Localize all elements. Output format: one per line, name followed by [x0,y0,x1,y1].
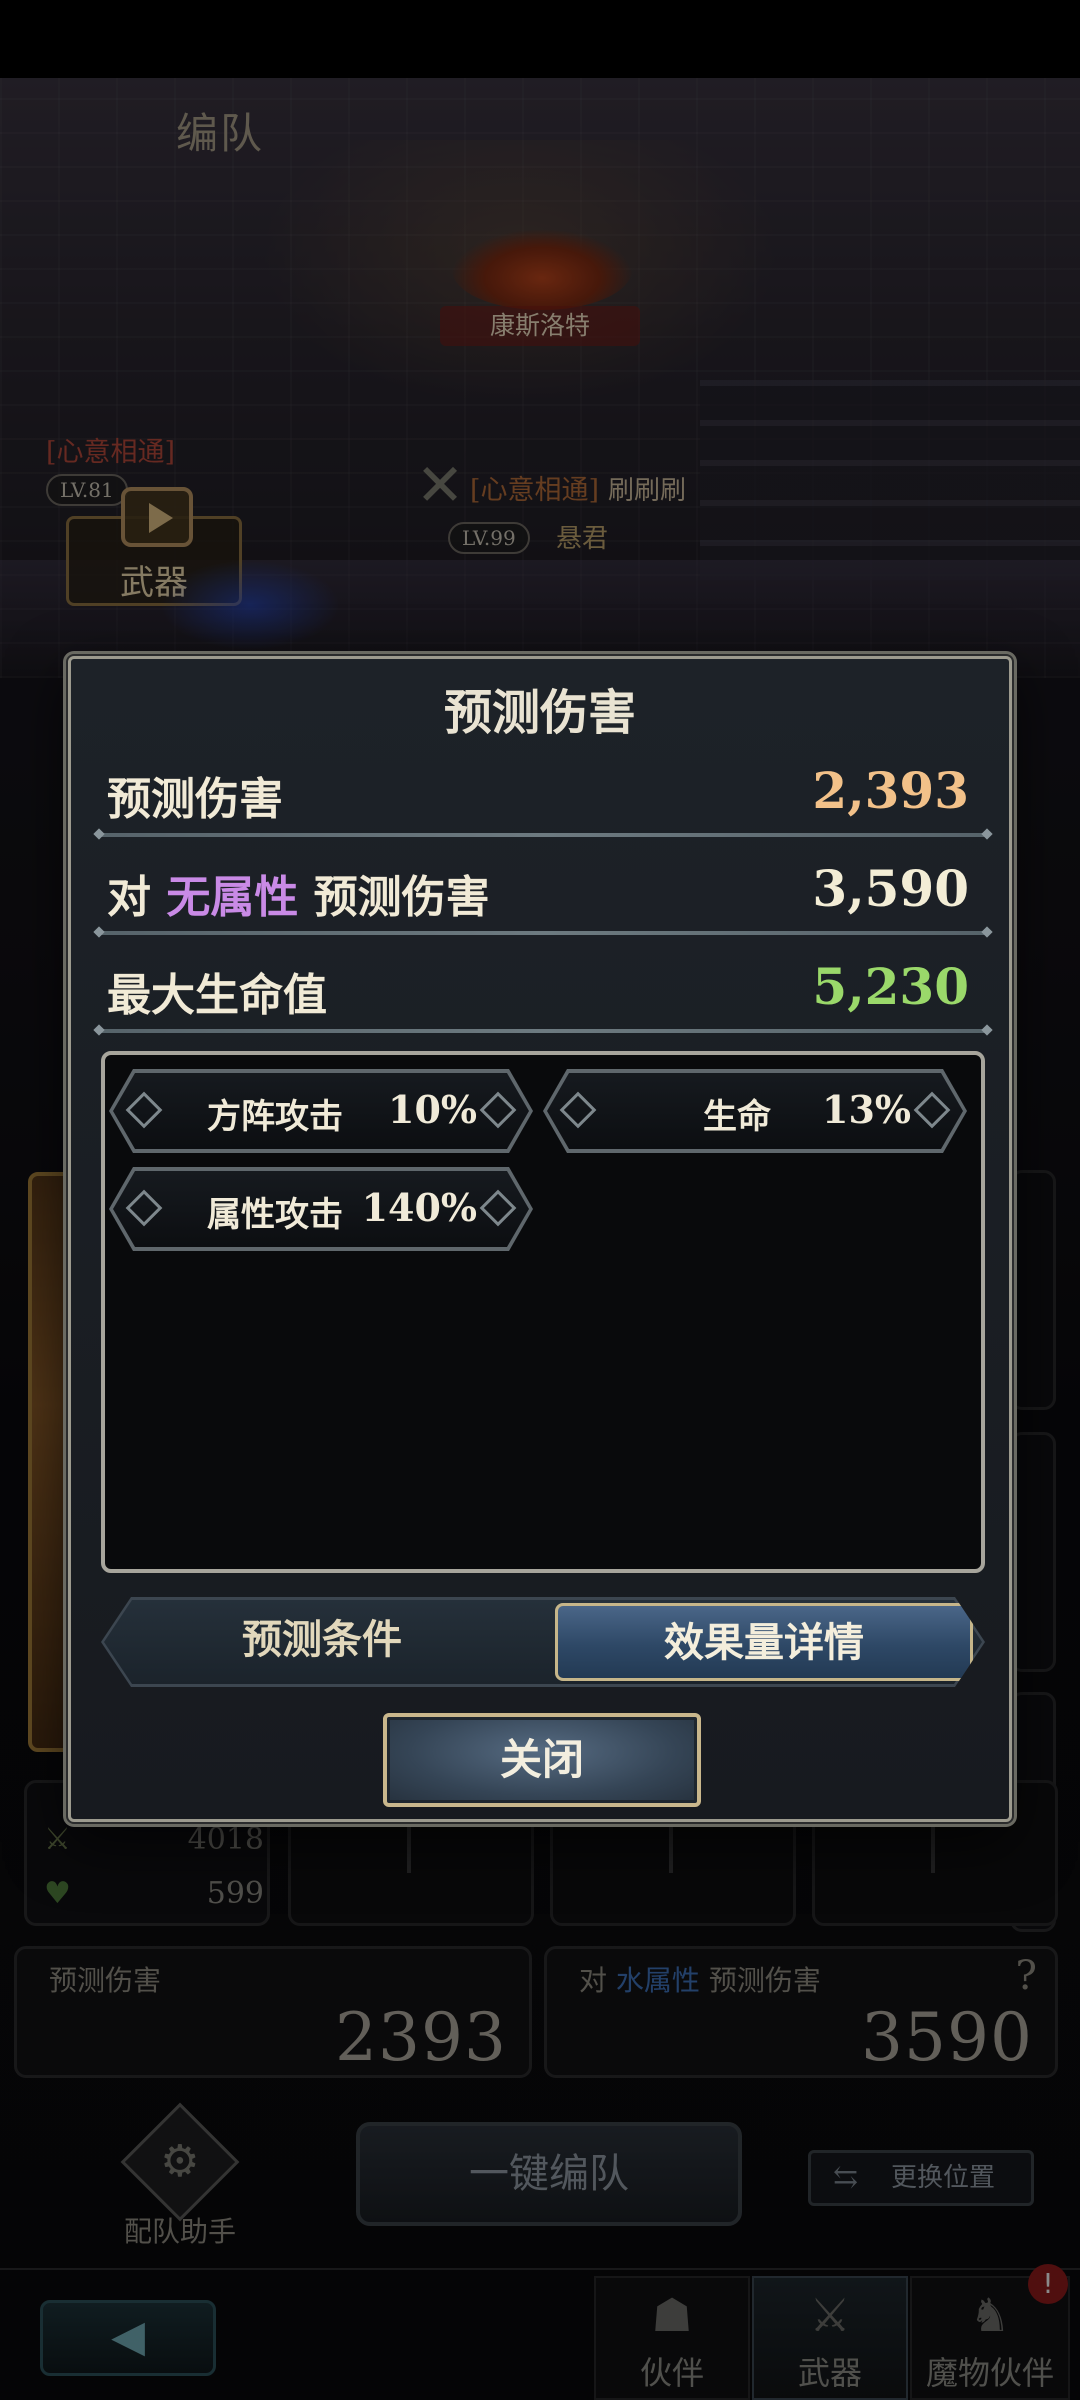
stat-max-hp-value: 5,230 [812,957,969,1016]
stat-max-hp: 最大生命值 5,230 [99,937,987,1033]
effect-value: 140% [361,1185,477,1230]
effect-name: 属性攻击 [207,1195,343,1235]
close-button[interactable]: 关闭 [383,1713,701,1807]
divider [99,833,987,837]
divider [99,931,987,935]
stat-predicted-damage-label: 预测伤害 [107,774,283,825]
effect-name: 方阵攻击 [207,1097,343,1137]
effect-chip: 生命 13% [543,1069,967,1153]
attr-prefix: 对 [107,872,151,923]
stat-attribute-damage-value: 3,590 [812,859,969,918]
tab-effect-details[interactable]: 效果量详情 [555,1603,973,1681]
tab-predict-conditions[interactable]: 预测条件 [101,1597,543,1687]
divider [99,1029,987,1033]
stat-predicted-damage-value: 2,393 [812,761,969,820]
modal-title: 预测伤害 [443,685,636,741]
attr-suffix: 预测伤害 [313,872,490,923]
stat-predicted-damage: 预测伤害 2,393 [99,741,987,837]
modal-tab-bar: 预测条件 效果量详情 [101,1597,985,1687]
stat-attribute-damage-label: 对 无属性 预测伤害 [107,861,490,925]
stat-attribute-damage: 对 无属性 预测伤害 3,590 [99,839,987,935]
effect-value: 10% [388,1087,477,1132]
stat-max-hp-label: 最大生命值 [107,970,327,1021]
predict-damage-modal: 预测伤害 预测伤害 2,393 对 无属性 预测伤害 3,590 最大生命值 5… [68,656,1012,1822]
effects-panel: 方阵攻击 10% 生命 13% 属性攻击 140% [101,1051,985,1573]
effect-value: 13% [822,1087,911,1132]
effect-chip: 属性攻击 140% [109,1167,533,1251]
effect-name: 生命 [703,1097,771,1137]
attr-name: 无属性 [166,872,299,923]
effect-chip: 方阵攻击 10% [109,1069,533,1153]
